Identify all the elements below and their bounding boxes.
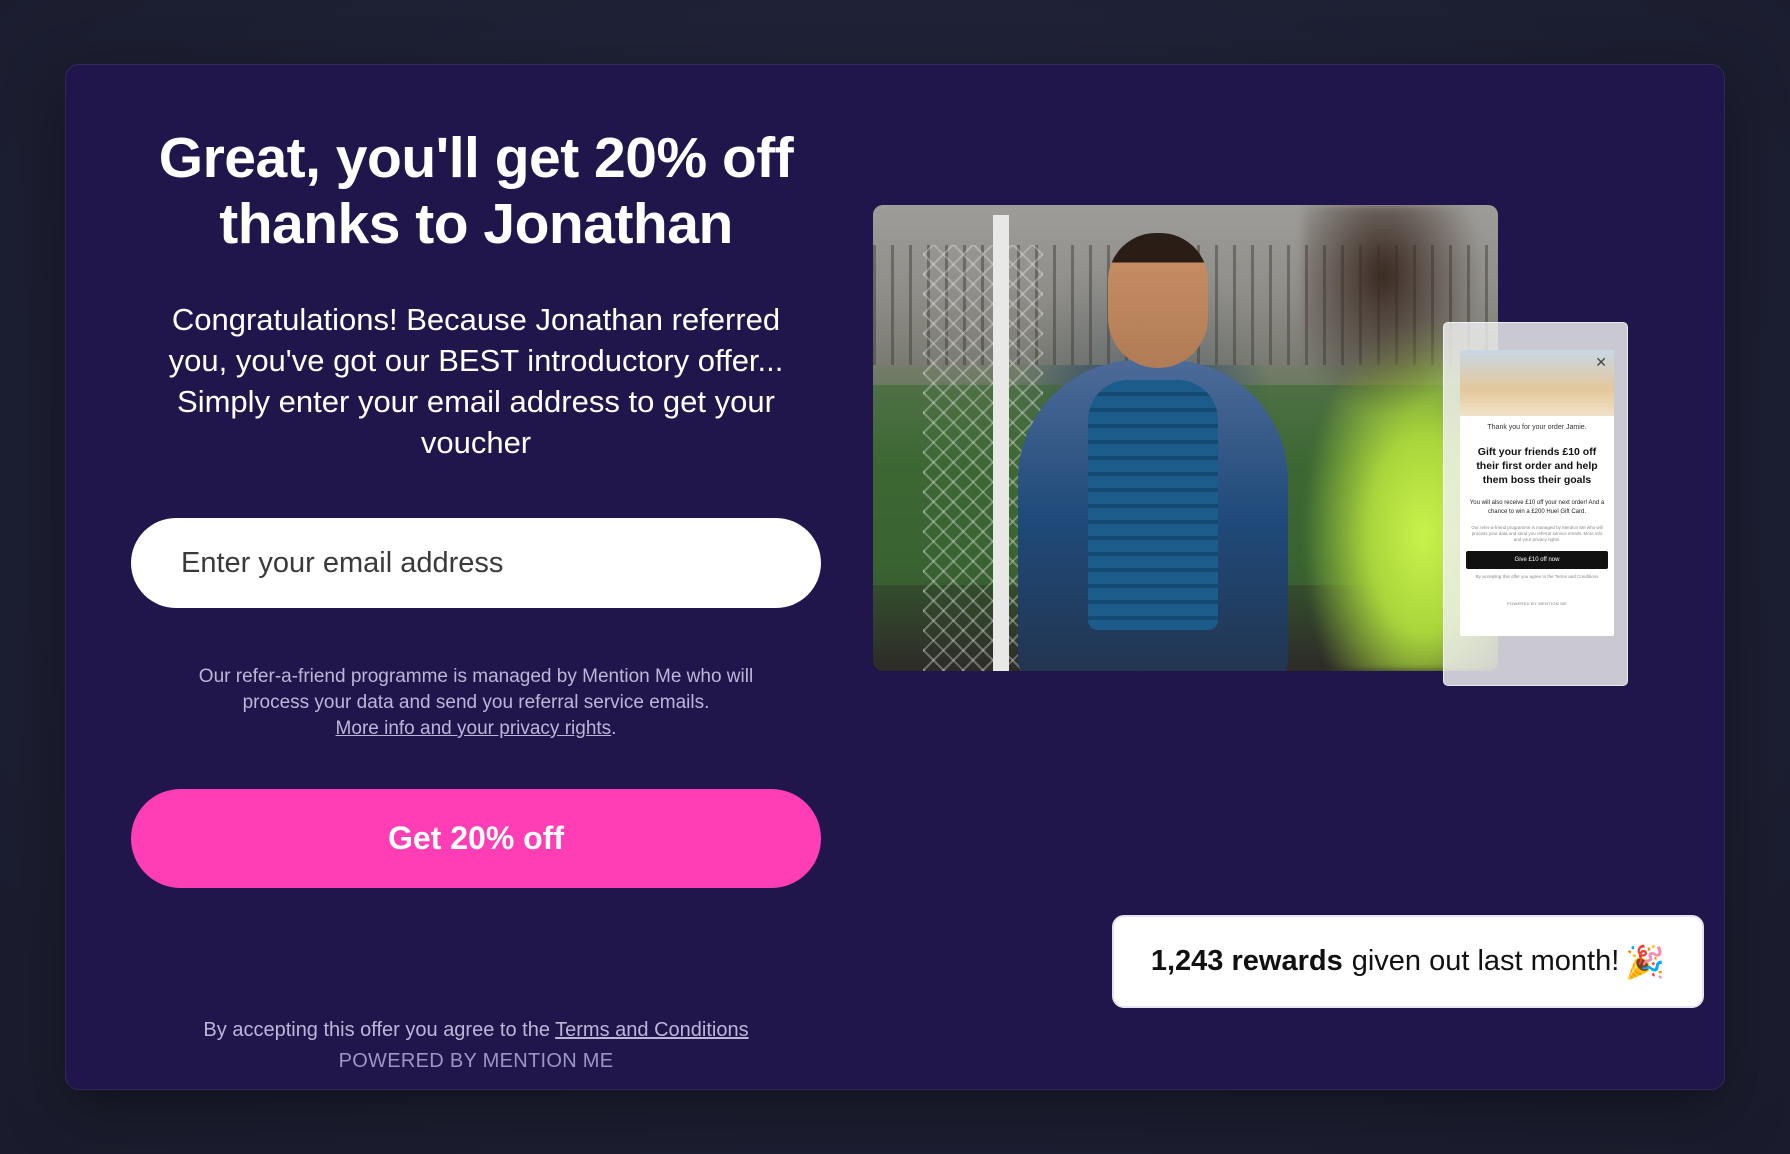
- preview-popup-frame: ✕ Thank you for your order Jamie. Gift y…: [1443, 322, 1628, 686]
- preview-terms: By accepting this offer you agree to the…: [1475, 574, 1599, 579]
- privacy-text: Our refer-a-friend programme is managed …: [198, 666, 754, 713]
- rewards-text: given out last month!: [1351, 945, 1620, 977]
- person-vest: [1088, 380, 1218, 630]
- preview-thanks: Thank you for your order Jamie.: [1487, 424, 1587, 431]
- terms-link[interactable]: Terms and Conditions: [555, 1019, 748, 1041]
- rewards-count: 1,243 rewards: [1150, 945, 1343, 977]
- footer: By accepting this offer you agree to the…: [131, 1015, 821, 1077]
- terms-line: By accepting this offer you agree to the…: [131, 1015, 821, 1046]
- preview-powered-by: POWERED BY MENTION ME: [1506, 601, 1567, 606]
- preview-headline: Gift your friends £10 off their first or…: [1476, 446, 1598, 486]
- powered-by: POWERED BY MENTION ME: [338, 1050, 614, 1072]
- rewards-stat-badge: 1,243 rewards given out last month! 🎉: [1112, 915, 1704, 1008]
- email-input[interactable]: [131, 518, 821, 608]
- privacy-suffix: .: [611, 718, 617, 739]
- page-title: Great, you'll get 20% off thanks to Jona…: [158, 126, 794, 256]
- hero-photo: [873, 205, 1498, 671]
- person-head: [1108, 233, 1208, 368]
- privacy-notice: Our refer-a-friend programme is managed …: [131, 664, 821, 742]
- preview-popup: ✕ Thank you for your order Jamie. Gift y…: [1460, 350, 1614, 636]
- goal-post: [993, 215, 1009, 671]
- preview-image: ✕: [1460, 350, 1614, 416]
- close-icon: ✕: [1595, 354, 1607, 370]
- offer-description: Congratulations! Because Jonathan referr…: [168, 302, 784, 460]
- party-popper-icon: 🎉: [1625, 943, 1666, 980]
- terms-prefix: By accepting this offer you agree to the: [203, 1019, 550, 1041]
- get-discount-button[interactable]: Get 20% off: [131, 789, 821, 888]
- preview-fine-print: Our refer-a-friend programme is managed …: [1471, 525, 1603, 542]
- offer-panel: Great, you'll get 20% off thanks to Jona…: [131, 125, 821, 888]
- preview-button: Give £10 off now: [1466, 551, 1608, 569]
- preview-body: You will also receive £10 off your next …: [1469, 500, 1605, 515]
- privacy-link[interactable]: More info and your privacy rights: [336, 718, 612, 739]
